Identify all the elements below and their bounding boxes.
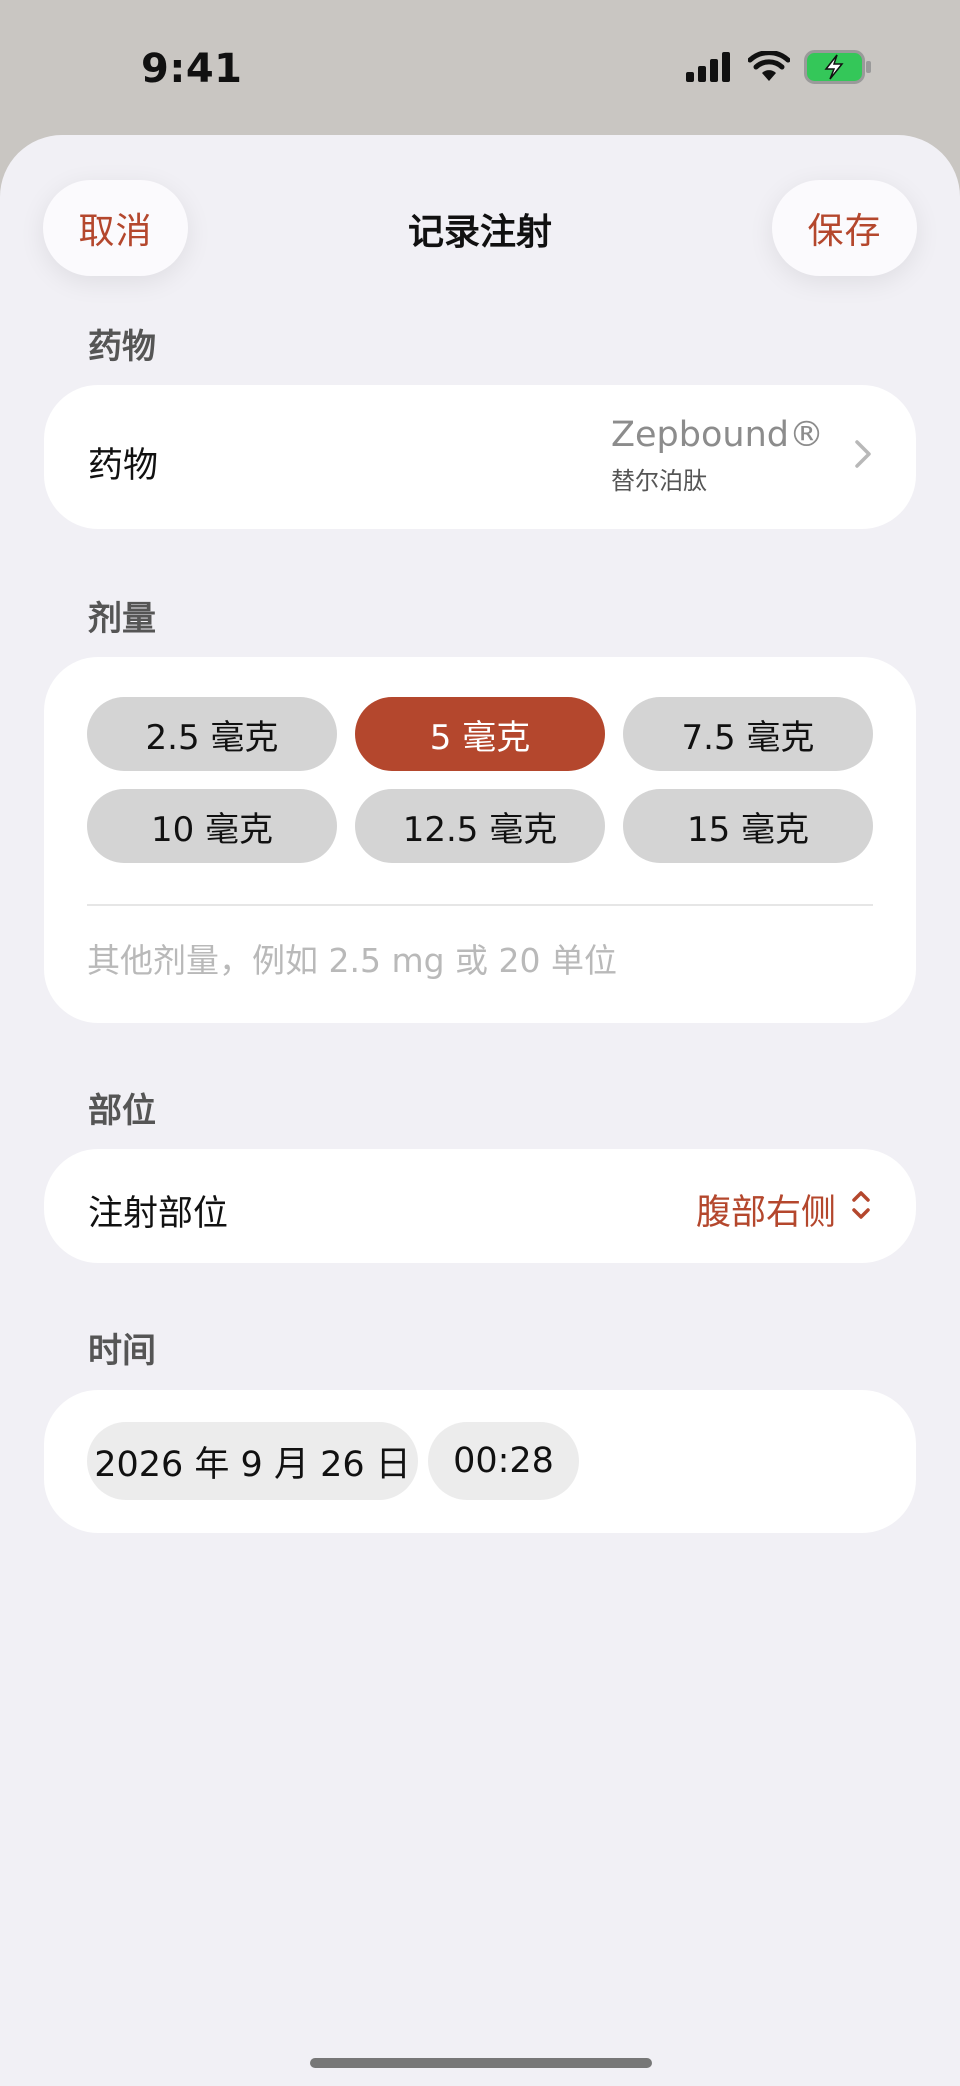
save-button[interactable]: 保存 — [772, 180, 917, 276]
medication-row[interactable]: 药物 Zepbound® 替尔泊肽 — [44, 385, 916, 529]
chevron-up-down-icon — [850, 1188, 872, 1231]
dose-option-10mg[interactable]: 10 毫克 — [87, 789, 337, 863]
injection-site-row[interactable]: 注射部位 腹部右侧 — [44, 1149, 916, 1263]
status-bar: 9:41 — [0, 0, 960, 136]
chevron-right-icon — [854, 439, 872, 473]
date-picker-button[interactable]: 2026 年 9 月 26 日 — [87, 1422, 418, 1500]
dose-option-12-5mg[interactable]: 12.5 毫克 — [355, 789, 605, 863]
battery-charging-icon — [804, 50, 872, 88]
dose-option-7-5mg[interactable]: 7.5 毫克 — [623, 697, 873, 771]
cellular-signal-icon — [686, 52, 734, 86]
dose-card: 2.5 毫克 5 毫克 7.5 毫克 10 毫克 12.5 毫克 15 毫克 — [44, 657, 916, 1023]
dose-option-2-5mg[interactable]: 2.5 毫克 — [87, 697, 337, 771]
medication-generic-name: 替尔泊肽 — [611, 467, 708, 495]
wifi-icon — [747, 50, 791, 87]
log-injection-sheet: 取消 记录注射 保存 药物 药物 Zepbound® 替尔泊肽 剂量 2.5 毫… — [0, 135, 960, 2086]
dose-option-15mg[interactable]: 15 毫克 — [623, 789, 873, 863]
injection-site-value: 腹部右侧 — [695, 1193, 836, 1233]
medication-row-label: 药物 — [88, 446, 159, 486]
time-card: 2026 年 9 月 26 日 00:28 — [44, 1390, 916, 1533]
injection-site-label: 注射部位 — [88, 1194, 229, 1234]
dose-options: 2.5 毫克 5 毫克 7.5 毫克 10 毫克 12.5 毫克 15 毫克 — [87, 697, 873, 863]
medication-section-label: 药物 — [88, 327, 156, 367]
status-time: 9:41 — [141, 46, 243, 92]
dose-option-5mg[interactable]: 5 毫克 — [355, 697, 605, 771]
home-indicator[interactable] — [310, 2058, 652, 2068]
status-icons — [686, 50, 872, 88]
custom-dose-input[interactable] — [87, 935, 873, 985]
time-picker-button[interactable]: 00:28 — [428, 1422, 579, 1500]
site-section-label: 部位 — [88, 1091, 156, 1131]
injection-site-picker[interactable]: 腹部右侧 — [696, 1184, 872, 1235]
medication-value: Zepbound® 替尔泊肽 — [611, 415, 824, 496]
dose-section-label: 剂量 — [88, 599, 156, 639]
medication-name: Zepbound® — [611, 415, 824, 455]
divider — [87, 904, 873, 906]
time-section-label: 时间 — [88, 1331, 156, 1371]
